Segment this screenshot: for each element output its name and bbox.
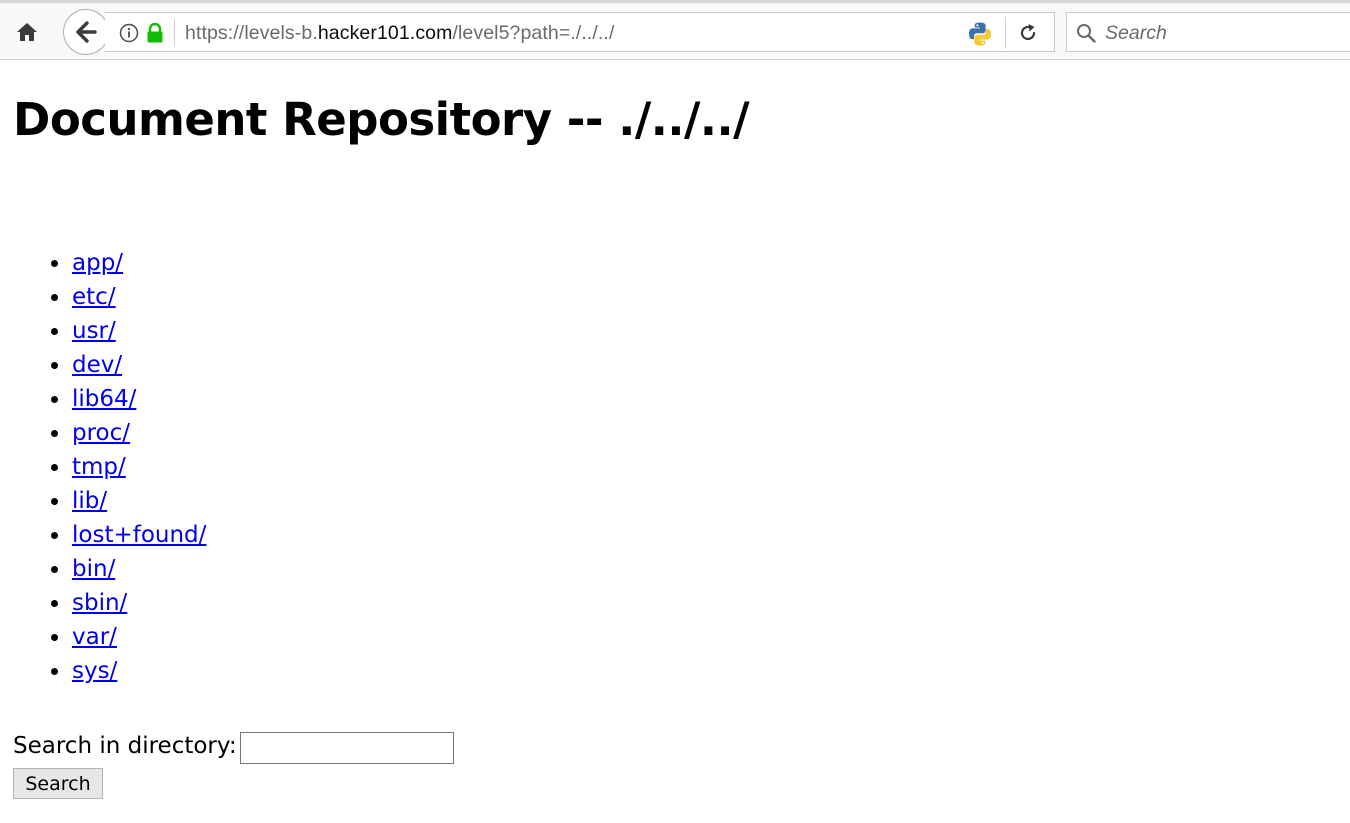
directory-link[interactable]: app/ xyxy=(72,250,123,276)
search-label: Search in directory: xyxy=(13,733,237,759)
url-scheme: https://levels-b. xyxy=(185,22,318,44)
search-button[interactable]: Search xyxy=(13,768,103,799)
directory-link[interactable]: proc/ xyxy=(72,420,130,446)
directory-list-item: lib/ xyxy=(72,484,206,518)
directory-list-item: var/ xyxy=(72,620,206,654)
directory-link[interactable]: lib/ xyxy=(72,488,107,514)
directory-link[interactable]: lost+found/ xyxy=(72,522,206,548)
directory-link[interactable]: dev/ xyxy=(72,352,122,378)
url-bar[interactable]: https://levels-b.hacker101.com/level5?pa… xyxy=(105,12,1055,52)
url-path: /level5?path=./../../ xyxy=(452,22,615,44)
directory-link[interactable]: etc/ xyxy=(72,284,116,310)
url-host: hacker101.com xyxy=(317,22,453,44)
page-title: Document Repository -- ./../../ xyxy=(13,93,750,146)
reload-divider xyxy=(1005,17,1006,49)
directory-list: app/etc/usr/dev/lib64/proc/tmp/lib/lost+… xyxy=(13,246,206,688)
directory-list-item: proc/ xyxy=(72,416,206,450)
directory-link[interactable]: sys/ xyxy=(72,658,117,684)
directory-list-item: dev/ xyxy=(72,348,206,382)
directory-list-item: sbin/ xyxy=(72,586,206,620)
directory-link[interactable]: bin/ xyxy=(72,556,115,582)
directory-link[interactable]: usr/ xyxy=(72,318,116,344)
directory-search-input[interactable] xyxy=(240,732,454,764)
directory-link[interactable]: lib64/ xyxy=(72,386,136,412)
search-icon xyxy=(1077,24,1096,43)
directory-list-item: usr/ xyxy=(72,314,206,348)
search-placeholder: Search xyxy=(1105,22,1167,44)
directory-list-item: lost+found/ xyxy=(72,518,206,552)
directory-link[interactable]: tmp/ xyxy=(72,454,126,480)
directory-list-item: tmp/ xyxy=(72,450,206,484)
browser-search-bar[interactable]: Search xyxy=(1066,12,1350,52)
directory-list-item: app/ xyxy=(72,246,206,280)
directory-list-item: sys/ xyxy=(72,654,206,688)
lock-icon[interactable] xyxy=(145,22,165,44)
directory-list-item: etc/ xyxy=(72,280,206,314)
python-icon[interactable] xyxy=(967,21,993,47)
browser-toolbar: https://levels-b.hacker101.com/level5?pa… xyxy=(0,0,1350,60)
arrow-left-icon xyxy=(76,21,97,43)
home-icon[interactable] xyxy=(10,15,44,49)
page-content: Document Repository -- ./../../ app/etc/… xyxy=(13,60,1350,823)
directory-list-item: bin/ xyxy=(72,552,206,586)
directory-list-item: lib64/ xyxy=(72,382,206,416)
back-button[interactable] xyxy=(63,9,109,55)
directory-link[interactable]: var/ xyxy=(72,624,117,650)
directory-link[interactable]: sbin/ xyxy=(72,590,127,616)
reload-icon[interactable] xyxy=(1017,22,1039,44)
url-text[interactable]: https://levels-b.hacker101.com/level5?pa… xyxy=(185,22,614,45)
url-divider xyxy=(174,19,175,47)
info-icon[interactable] xyxy=(119,23,139,43)
